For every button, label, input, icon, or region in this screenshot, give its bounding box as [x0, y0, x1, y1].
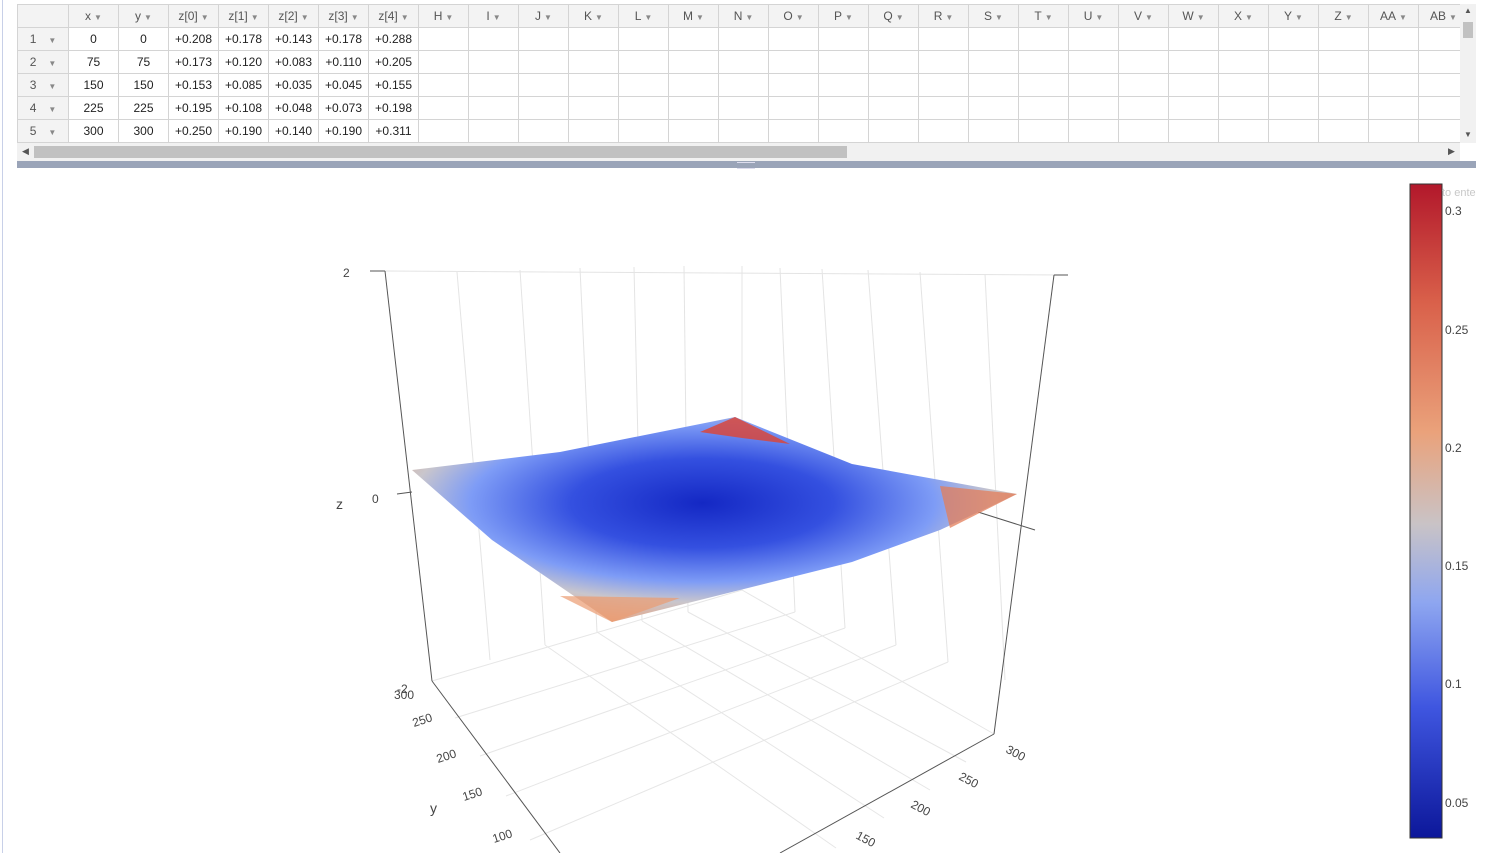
surface-plot[interactable]: z 2 0 -2 y 300 250 200 150 100 300 250 2… [0, 0, 1487, 853]
z-tick: 0 [372, 492, 379, 506]
z-tick: 2 [343, 266, 350, 280]
colorbar-tick: 0.15 [1445, 559, 1469, 573]
colorbar-tick: 0.25 [1445, 323, 1469, 337]
x-tick: 300 [1004, 742, 1029, 764]
x-tick: 250 [957, 769, 982, 791]
colorbar-tick: 0.1 [1445, 677, 1462, 691]
colorbar [1409, 183, 1443, 839]
colorbar-tick: 0.05 [1445, 796, 1469, 810]
y-tick: 250 [411, 710, 435, 730]
x-tick: 150 [854, 828, 879, 850]
z-axis-label: z [336, 496, 343, 512]
y-tick: 200 [435, 746, 459, 766]
y-axis-label: y [430, 800, 437, 816]
colorbar-tick: 0.3 [1445, 204, 1462, 218]
colorbar-tick: 0.2 [1445, 441, 1462, 455]
y-tick: 100 [491, 826, 515, 846]
hint-text: to ente [1442, 187, 1476, 199]
y-tick: 150 [461, 784, 485, 804]
x-tick: 200 [909, 797, 934, 819]
y-tick: 300 [394, 688, 414, 702]
surface-mesh[interactable] [412, 417, 1017, 622]
